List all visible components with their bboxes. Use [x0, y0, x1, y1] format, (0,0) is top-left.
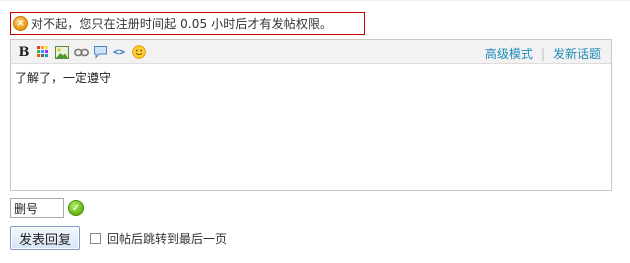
reply-editor: B <> 高级模式 | 发新话题 了解了，一定遵守 — [10, 39, 612, 191]
code-icon[interactable]: <> — [111, 45, 127, 59]
link-separator: | — [540, 46, 545, 61]
warning-x-icon: × — [13, 16, 28, 31]
jump-to-last-page-label: 回帖后跳转到最后一页 — [107, 231, 228, 246]
bold-icon[interactable]: B — [16, 45, 32, 60]
check-icon: ✓ — [68, 200, 84, 216]
editor-toolbar: B <> 高级模式 | 发新话题 — [11, 40, 611, 64]
top-divider — [0, 0, 630, 1]
smiley-icon[interactable] — [131, 45, 147, 59]
error-notice: × 对不起，您只在注册时间起 0.05 小时后才有发帖权限。 — [10, 12, 365, 35]
new-topic-link[interactable]: 发新话题 — [553, 45, 601, 62]
message-textarea[interactable]: 了解了，一定遵守 — [11, 64, 611, 91]
image-icon[interactable] — [54, 45, 70, 59]
editor-links: 高级模式 | 发新话题 — [485, 45, 601, 62]
nickname-input[interactable] — [10, 198, 64, 218]
quote-icon[interactable] — [92, 45, 108, 59]
submit-row: 发表回复 回帖后跳转到最后一页 — [10, 226, 227, 250]
color-icon[interactable] — [35, 45, 51, 59]
nickname-row: ✓ — [10, 198, 84, 218]
notice-text: 对不起，您只在注册时间起 0.05 小时后才有发帖权限。 — [31, 17, 333, 31]
advanced-mode-link[interactable]: 高级模式 — [485, 45, 533, 62]
link-icon[interactable] — [73, 45, 89, 59]
post-reply-button[interactable]: 发表回复 — [10, 226, 81, 250]
jump-to-last-page-checkbox[interactable] — [90, 232, 102, 244]
